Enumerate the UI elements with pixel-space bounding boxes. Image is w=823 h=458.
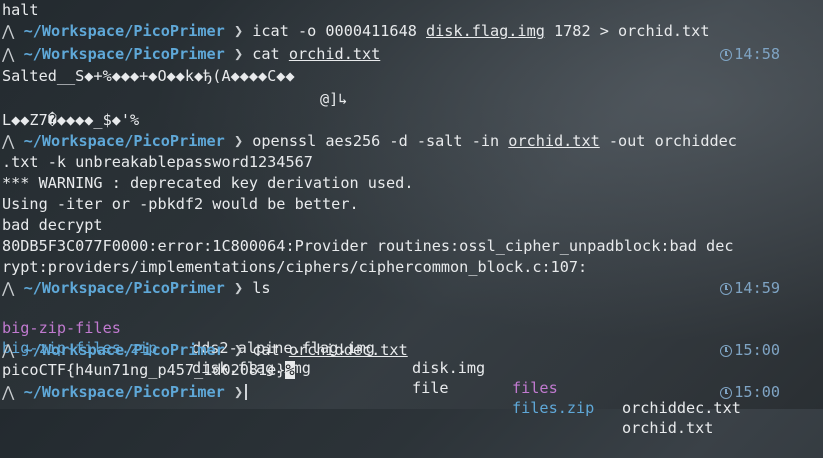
ls-entry: disk.img	[412, 359, 486, 377]
command-text: icat -o 0000411648	[252, 22, 426, 40]
output-line: 80DB5F3C077F0000:error:1C800064:Provider…	[2, 237, 734, 255]
prompt-chevron: ❯	[233, 22, 244, 40]
output-line: rypt:providers/implementations/ciphers/c…	[2, 258, 588, 276]
prompt-line: ⋀ ~/Workspace/PicoPrimer ❯ icat -o 00004…	[2, 21, 709, 41]
command-arg: orchid.txt	[508, 132, 600, 150]
timestamp: 15:00	[720, 382, 780, 402]
prompt-path: ~/Workspace/PicoPrimer	[23, 279, 225, 297]
command-text: cat	[252, 341, 289, 359]
timestamp: 15:00	[720, 340, 780, 360]
output-line: *** WARNING : deprecated key derivation …	[2, 174, 414, 192]
output-line: L◆◆Z7�◆◆◆◆_$◆'%	[2, 111, 140, 129]
command-arg: disk.flag.img	[426, 22, 545, 40]
ls-entry: files.zip	[512, 399, 595, 417]
command-wrap: .txt -k unbreakablepassword1234567	[2, 153, 313, 171]
prompt-line: ⋀ ~/Workspace/PicoPrimer ❯ cat orchiddec…	[2, 340, 408, 360]
output-line: Salted__S◆+%◆◆◆+◆O◆◆k◆ђ(A◆◆◆◆C◆◆	[2, 67, 295, 85]
prompt-line: ⋀ ~/Workspace/PicoPrimer ❯ cat orchid.tx…	[2, 44, 380, 64]
command-arg: orchiddec.txt	[288, 341, 408, 359]
prompt-path: ~/Workspace/PicoPrimer	[23, 132, 225, 150]
prompt-chevron: ❯	[233, 132, 244, 150]
prompt-symbol: ⋀	[2, 279, 15, 297]
output-line: @]↳	[320, 90, 348, 108]
prompt-chevron: ❯	[233, 383, 244, 401]
command-text: 1782 > orchid.txt	[544, 22, 710, 40]
timestamp: 14:58	[720, 44, 780, 64]
prompt-chevron: ❯	[233, 341, 244, 359]
prompt-symbol: ⋀	[2, 22, 15, 40]
prompt-chevron: ❯	[233, 45, 244, 63]
prompt-symbol: ⋀	[2, 132, 15, 150]
clock-icon	[720, 49, 733, 61]
terminal-window[interactable]: halt ⋀ ~/Workspace/PicoPrimer ❯ icat -o …	[0, 0, 823, 437]
prompt-path: ~/Workspace/PicoPrimer	[23, 22, 225, 40]
flag-output: picoCTF{h4un71ng_p457_1d02081e}%	[2, 361, 295, 379]
ls-entry: file	[412, 379, 449, 397]
ls-entry: files	[512, 379, 558, 397]
clock-icon	[720, 387, 733, 399]
prompt-path: ~/Workspace/PicoPrimer	[23, 383, 225, 401]
command-text: openssl aes256 -d -salt -in	[252, 132, 509, 150]
command-arg: orchid.txt	[288, 45, 381, 63]
prompt-symbol: ⋀	[2, 341, 15, 359]
command-text: cat	[252, 45, 289, 63]
prompt-line: ⋀ ~/Workspace/PicoPrimer ❯ ls	[2, 278, 271, 298]
text-cursor[interactable]	[245, 384, 247, 400]
no-newline-marker: %	[285, 361, 295, 379]
prompt-symbol: ⋀	[2, 383, 15, 401]
prompt-symbol: ⋀	[2, 45, 15, 63]
prompt-path: ~/Workspace/PicoPrimer	[23, 45, 225, 63]
command-text: -out orchiddec	[599, 132, 737, 150]
ls-row: big-zip-files dds2-alpine.flag.img disk.…	[2, 298, 741, 417]
output-line: bad decrypt	[2, 216, 103, 234]
timestamp: 14:59	[720, 278, 780, 298]
clock-icon	[720, 283, 733, 295]
prompt-chevron: ❯	[233, 279, 244, 297]
output-line: Using -iter or -pbkdf2 would be better.	[2, 195, 359, 213]
ls-entry: orchid.txt	[622, 419, 714, 437]
ls-row: big-zip-files.zip disk.flag.img file fil…	[2, 318, 713, 437]
prompt-path: ~/Workspace/PicoPrimer	[23, 341, 225, 359]
command-text: ls	[252, 279, 271, 297]
prompt-line: ⋀ ~/Workspace/PicoPrimer ❯ openssl aes25…	[2, 131, 737, 151]
prompt-line[interactable]: ⋀ ~/Workspace/PicoPrimer ❯	[2, 382, 247, 402]
clock-icon	[720, 345, 733, 357]
output-line: halt	[2, 1, 39, 19]
